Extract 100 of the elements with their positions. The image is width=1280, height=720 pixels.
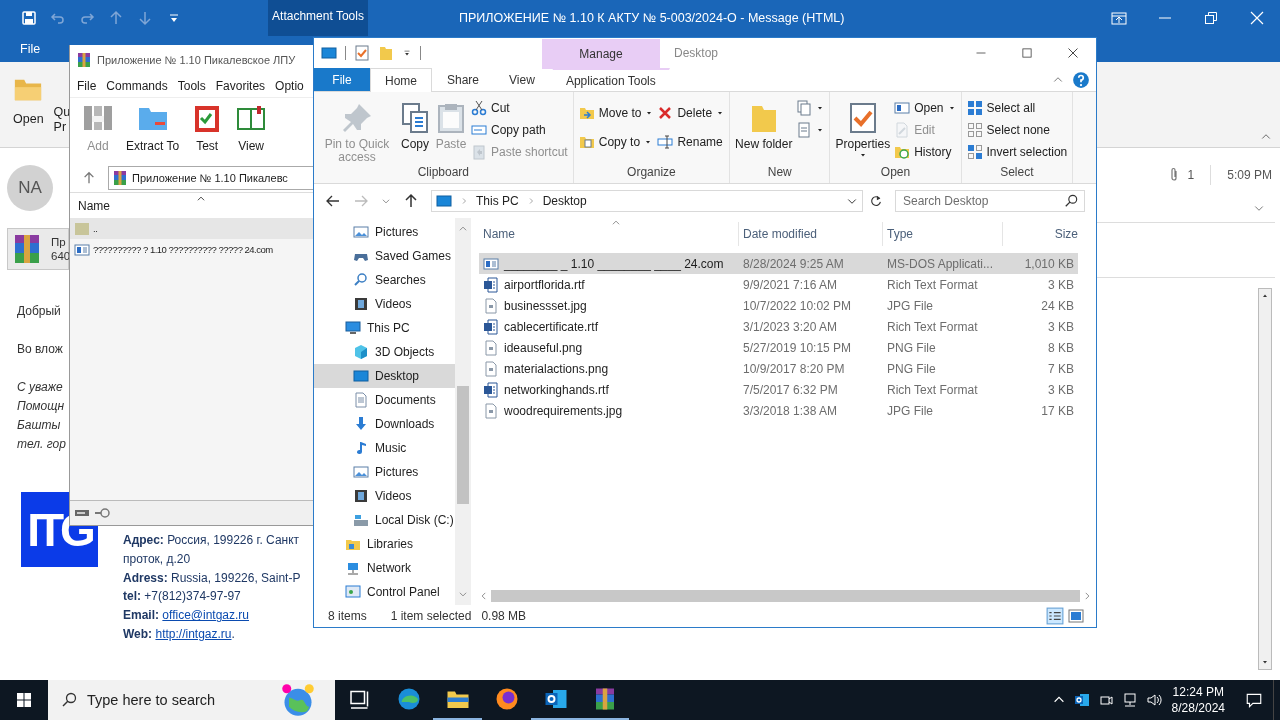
up-arrow-icon[interactable]: [403, 193, 419, 209]
navigation-item[interactable]: Pictures: [314, 220, 455, 244]
navigation-item[interactable]: Music: [314, 436, 455, 460]
menu-item[interactable]: Tools: [177, 79, 206, 93]
ribbon-button[interactable]: Cut: [471, 97, 568, 119]
scroll-right-icon[interactable]: [1082, 591, 1092, 601]
ribbon-button[interactable]: Select all: [966, 97, 1068, 119]
ribbon-button[interactable]: Copy path: [471, 119, 568, 141]
speaker-icon[interactable]: [1145, 692, 1162, 708]
navigation-item[interactable]: 3D Objects: [314, 340, 455, 364]
navigation-item[interactable]: Network: [314, 556, 455, 580]
navigation-item[interactable]: Desktop: [314, 364, 455, 388]
notification-icon[interactable]: [1245, 691, 1263, 709]
search-icon[interactable]: [1064, 194, 1078, 208]
scroll-thumb[interactable]: [491, 590, 1080, 602]
clock-time[interactable]: 12:24 PM: [1172, 684, 1224, 700]
menu-item[interactable]: File: [77, 79, 97, 93]
back-icon[interactable]: [325, 193, 341, 209]
ribbon-tab[interactable]: Home: [370, 68, 432, 92]
ribbon-button[interactable]: History: [894, 141, 956, 163]
breadcrumb-item[interactable]: This PC: [476, 194, 519, 208]
network-icon[interactable]: [1121, 692, 1138, 708]
undo-icon[interactable]: [50, 10, 66, 26]
start-icon[interactable]: [16, 692, 32, 708]
customize-icon[interactable]: [402, 48, 412, 58]
close-icon[interactable]: [1067, 47, 1079, 59]
column-header[interactable]: Name: [78, 198, 110, 213]
signature-link[interactable]: office@intgaz.ru: [162, 608, 250, 623]
navigation-item[interactable]: Videos: [314, 292, 455, 316]
navigation-item[interactable]: Documents: [314, 388, 455, 412]
ribbon-button[interactable]: New folder: [735, 94, 793, 151]
ribbon-button[interactable]: Move to: [578, 102, 654, 124]
file-row[interactable]: ..: [70, 218, 313, 239]
search-field[interactable]: Search Desktop: [895, 190, 1085, 212]
ribbon-button[interactable]: Properties: [835, 94, 891, 159]
search-field[interactable]: Type here to search: [48, 680, 335, 720]
column-header[interactable]: Size: [1003, 222, 1078, 246]
file-row[interactable]: materialactions.png 10/9/2017 8:20 PM PNG File 7 KB: [479, 358, 1078, 379]
large-icons-view-icon[interactable]: [1068, 608, 1084, 624]
restore-icon[interactable]: [1203, 10, 1219, 26]
ribbon-button[interactable]: Copy to: [578, 131, 654, 153]
file-row[interactable]: ?????????? ? 1.10 ?????????? ????? 24.com: [70, 239, 313, 260]
navigation-item[interactable]: Control Panel: [314, 580, 455, 604]
scrollbar[interactable]: [455, 218, 471, 605]
menu-item[interactable]: Optio: [275, 79, 304, 93]
navigation-item[interactable]: Pictures: [314, 460, 455, 484]
down-arrow-icon[interactable]: [137, 10, 153, 26]
toolbar-button[interactable]: Extract To: [126, 102, 180, 153]
mail-app-icon[interactable]: [1073, 692, 1090, 708]
scrollbar[interactable]: [1258, 288, 1272, 670]
breadcrumb-item[interactable]: Desktop: [542, 194, 587, 208]
column-header[interactable]: Name: [479, 222, 739, 246]
properties-icon[interactable]: [354, 45, 370, 61]
file-row[interactable]: networkinghands.rtf 7/5/2017 6:32 PM Rich Text Format 3 KB: [479, 379, 1078, 400]
recent-locations-icon[interactable]: [381, 196, 391, 206]
column-header[interactable]: Date modified: [739, 222, 883, 246]
scrollbar[interactable]: [479, 589, 1092, 603]
details-view-icon[interactable]: [1046, 607, 1064, 625]
ribbon-button[interactable]: Select none: [966, 119, 1068, 141]
navigation-item[interactable]: Saved Games: [314, 244, 455, 268]
navigation-item[interactable]: Local Disk (C:): [314, 508, 455, 532]
scroll-thumb[interactable]: [457, 386, 469, 504]
ribbon-button[interactable]: Invert selection: [966, 141, 1068, 163]
scroll-left-icon[interactable]: [479, 591, 489, 601]
ribbon-button[interactable]: Copy: [399, 94, 431, 151]
file-row[interactable]: cablecertificate.rtf 3/1/2023 3:20 AM Rich Text Format 3 KB: [479, 316, 1078, 337]
toolbar-button[interactable]: View: [235, 102, 268, 153]
navigation-item[interactable]: Downloads: [314, 412, 455, 436]
scroll-up-icon[interactable]: [1261, 292, 1269, 300]
ribbon-options-icon[interactable]: [1111, 10, 1127, 26]
ribbon-tab[interactable]: Share: [432, 68, 495, 91]
save-icon[interactable]: [21, 10, 37, 26]
ribbon-button[interactable]: Open: [894, 97, 956, 119]
ribbon-tab[interactable]: File: [10, 36, 51, 62]
navigation-item[interactable]: Videos: [314, 484, 455, 508]
column-header[interactable]: Type: [883, 222, 1003, 246]
help-icon[interactable]: [1072, 70, 1090, 89]
maximize-icon[interactable]: [1021, 47, 1033, 59]
open-button[interactable]: Open: [13, 74, 44, 126]
path-field[interactable]: Приложение № 1.10 Пикалевс: [108, 166, 313, 190]
file-row[interactable]: ________ _ 1.10 ________ ____ 24.com 8/28/2024 9:25 AM MS-DOS Applicati... 1,010 KB: [479, 253, 1078, 274]
scroll-down-icon[interactable]: [1261, 658, 1269, 666]
ribbon-button[interactable]: Rename: [657, 131, 725, 153]
clock-date[interactable]: 8/28/2024: [1171, 700, 1225, 716]
file-row[interactable]: woodrequirements.jpg 3/3/2018 1:38 AM JPG File 17 KB: [479, 400, 1078, 421]
ribbon-tab[interactable]: File: [314, 68, 370, 91]
redo-icon[interactable]: [79, 10, 95, 26]
navigation-item[interactable]: Libraries: [314, 532, 455, 556]
signature-link[interactable]: http://intgaz.ru: [155, 627, 232, 641]
menu-item[interactable]: Commands: [106, 79, 168, 93]
toolbar-button[interactable]: Test: [191, 102, 224, 153]
file-row[interactable]: ideauseful.png 5/27/2019 10:15 PM PNG File 8 KB: [479, 337, 1078, 358]
navigation-item[interactable]: Searches: [314, 268, 455, 292]
menu-item[interactable]: Favorites: [215, 79, 266, 93]
navigation-item[interactable]: This PC: [314, 316, 455, 340]
file-row[interactable]: businessset.jpg 10/7/2022 10:02 PM JPG File 24 KB: [479, 295, 1078, 316]
ribbon-button[interactable]: Delete: [657, 102, 725, 124]
refresh-icon[interactable]: [869, 194, 883, 208]
ribbon-button[interactable]: [796, 97, 825, 119]
ribbon-tab[interactable]: View: [494, 68, 550, 91]
